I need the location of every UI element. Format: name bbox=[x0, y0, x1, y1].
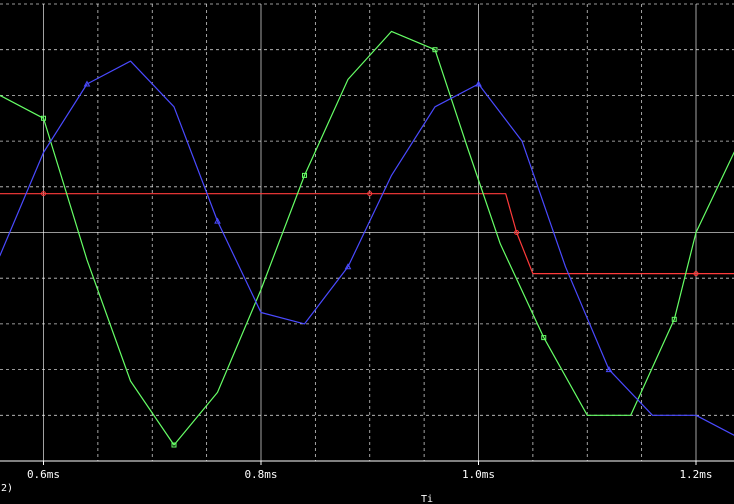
bottom-center-label: Ti bbox=[421, 494, 433, 504]
plot-background bbox=[0, 0, 734, 504]
x-tick-label: 0.6ms bbox=[27, 468, 60, 481]
x-tick-label: 1.0ms bbox=[462, 468, 495, 481]
x-tick-label: 0.8ms bbox=[244, 468, 277, 481]
x-tick-label: 1.2ms bbox=[679, 468, 712, 481]
left-edge-label: 2) bbox=[1, 483, 13, 494]
oscilloscope-plot: 0.6ms0.8ms1.0ms1.2ms1.4ms1.6ms1.8ms2.0ms… bbox=[0, 0, 734, 504]
